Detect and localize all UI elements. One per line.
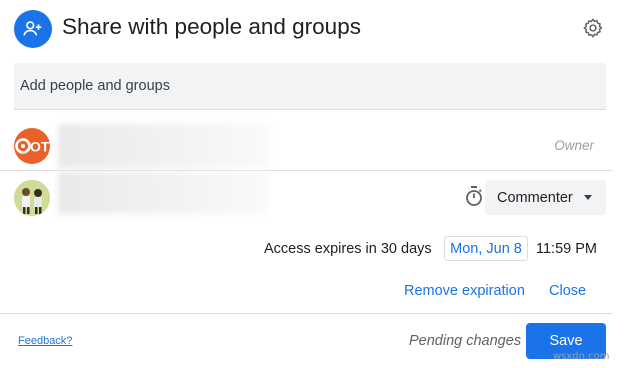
remove-expiration-link[interactable]: Remove expiration [404, 283, 525, 299]
divider [0, 313, 612, 314]
avatar-text: OTT [30, 139, 50, 155]
timer-icon[interactable] [464, 185, 484, 207]
expiration-row: Access expires in 30 days Mon, Jun 8 11:… [0, 236, 624, 262]
dialog-title: Share with people and groups [62, 14, 361, 39]
role-dropdown[interactable]: Commenter [485, 180, 606, 215]
redacted-name [58, 124, 270, 168]
avatar [14, 180, 50, 216]
redacted-name [58, 172, 268, 214]
divider [0, 170, 612, 171]
dialog-header: Share with people and groups [0, 0, 624, 58]
close-link[interactable]: Close [549, 283, 586, 299]
add-person-icon [14, 10, 52, 48]
person-row-commenter: Commenter [0, 172, 624, 222]
add-people-input[interactable] [14, 63, 606, 110]
role-label: Commenter [497, 189, 573, 206]
watermark: wsxdn.com [553, 351, 610, 362]
expiration-date-picker[interactable]: Mon, Jun 8 [444, 236, 528, 261]
owner-label: Owner [554, 138, 594, 153]
pending-changes-label: Pending changes [409, 333, 522, 349]
feedback-link[interactable]: Feedback? [18, 335, 72, 347]
avatar: OTT [14, 128, 50, 164]
chevron-down-icon [584, 195, 592, 200]
expiration-time: 11:59 PM [536, 241, 597, 257]
gear-icon[interactable] [580, 15, 606, 41]
person-row-owner: OTT Owner [0, 120, 624, 170]
expiration-text: Access expires in 30 days [264, 241, 432, 257]
